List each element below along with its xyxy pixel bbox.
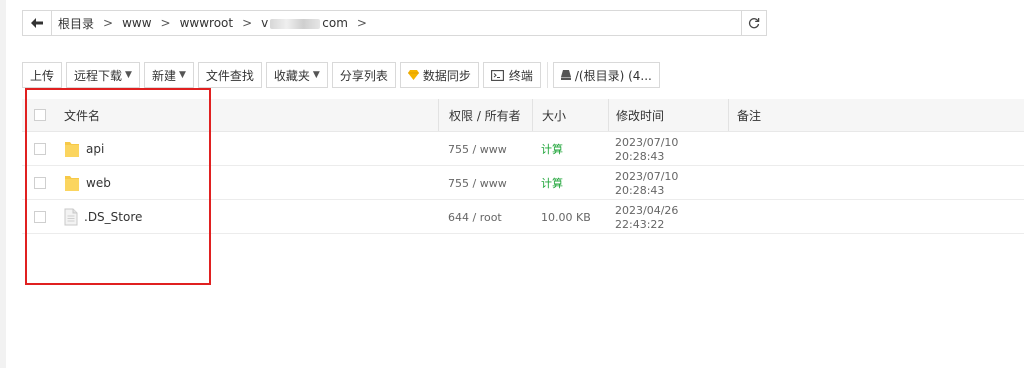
crumb-site-suffix: com: [322, 16, 348, 30]
path-bar: 根目录 > www > wwwroot > v com >: [22, 10, 767, 36]
table-row[interactable]: .DS_Store 644 / root 10.00 KB 2023/04/26…: [22, 200, 1024, 234]
chevron-right-icon: >: [242, 16, 253, 30]
permission-owner[interactable]: 755 / www: [448, 177, 507, 190]
redacted-text: [270, 18, 321, 29]
remote-download-button[interactable]: 远程下载 ▼: [66, 62, 140, 88]
folder-icon: [65, 175, 79, 191]
new-button[interactable]: 新建 ▼: [143, 62, 194, 88]
file-icon: [64, 208, 78, 225]
row-checkbox[interactable]: [34, 176, 46, 189]
remote-download-label: 远程下载: [74, 68, 123, 83]
select-all-checkbox[interactable]: [34, 109, 46, 121]
new-label: 新建: [151, 68, 176, 83]
disk-label: /(根目录) (4...: [574, 68, 652, 83]
file-name[interactable]: .DS_Store: [84, 210, 142, 224]
chevron-right-icon: >: [103, 16, 114, 30]
arrow-left-icon: [31, 18, 43, 28]
chevron-down-icon: ▼: [312, 70, 320, 80]
back-button[interactable]: [23, 11, 52, 35]
file-search-label: 文件查找: [205, 68, 254, 83]
file-search-button[interactable]: 文件查找: [197, 62, 262, 88]
permission-owner[interactable]: 755 / www: [448, 143, 507, 156]
terminal-label: 终端: [508, 68, 533, 83]
terminal-button[interactable]: 终端: [482, 62, 541, 88]
disk-button[interactable]: /(根目录) (4...: [552, 62, 660, 88]
header-size[interactable]: 大小: [542, 107, 566, 124]
header-filename[interactable]: 文件名: [64, 107, 100, 124]
modified-time: 2023/07/10 20:28:43: [615, 135, 679, 163]
upload-label: 上传: [30, 68, 55, 83]
chevron-right-icon: >: [356, 16, 367, 30]
crumb-site[interactable]: v com: [261, 16, 348, 30]
header-permission[interactable]: 权限 / 所有者: [449, 107, 521, 124]
toolbar: 上传 远程下载 ▼ 新建 ▼ 文件查找 收藏夹 ▼ 分享列表 数据同步 终端 /…: [22, 62, 664, 88]
row-checkbox[interactable]: [34, 142, 46, 155]
file-table: 文件名 权限 / 所有者 大小 修改时间 备注 api 755 / www 计算…: [22, 99, 1024, 234]
disk-icon: [560, 70, 571, 80]
calculate-size-link[interactable]: 计算: [541, 177, 563, 190]
toolbar-divider: [546, 62, 548, 88]
data-sync-label: 数据同步: [422, 68, 471, 83]
crumb-wwwroot[interactable]: wwwroot: [180, 16, 234, 30]
crumb-site-prefix: v: [261, 16, 269, 30]
data-sync-button[interactable]: 数据同步: [399, 62, 479, 88]
breadcrumb: 根目录 > www > wwwroot > v com >: [52, 15, 741, 32]
upload-button[interactable]: 上传: [22, 62, 63, 88]
calculate-size-link[interactable]: 计算: [541, 143, 563, 156]
modified-time: 2023/04/26 22:43:22: [615, 203, 679, 231]
share-list-label: 分享列表: [339, 68, 388, 83]
file-size: 10.00 KB: [541, 210, 591, 224]
folder-icon: [65, 141, 79, 157]
header-note: 备注: [737, 108, 762, 123]
chevron-down-icon: ▼: [178, 70, 186, 80]
table-row[interactable]: api 755 / www 计算 2023/07/10 20:28:43: [22, 132, 1024, 166]
file-name[interactable]: api: [86, 142, 104, 156]
header-modified-time[interactable]: 修改时间: [616, 107, 664, 124]
favorites-button[interactable]: 收藏夹 ▼: [265, 62, 328, 88]
modified-time: 2023/07/10 20:28:43: [615, 169, 679, 197]
chevron-right-icon: >: [160, 16, 171, 30]
table-header: 文件名 权限 / 所有者 大小 修改时间 备注: [22, 99, 1024, 132]
crumb-www[interactable]: www: [122, 16, 151, 30]
favorites-label: 收藏夹: [273, 68, 310, 83]
left-edge-strip: [0, 0, 6, 368]
crumb-root[interactable]: 根目录: [58, 15, 94, 32]
file-name[interactable]: web: [86, 176, 111, 190]
permission-owner[interactable]: 644 / root: [448, 211, 502, 224]
refresh-button[interactable]: [741, 11, 766, 35]
chevron-down-icon: ▼: [125, 70, 132, 80]
row-checkbox[interactable]: [34, 210, 46, 223]
refresh-icon: [748, 18, 760, 29]
terminal-icon: [490, 69, 504, 81]
table-row[interactable]: web 755 / www 计算 2023/07/10 20:28:43: [22, 166, 1024, 200]
share-list-button[interactable]: 分享列表: [331, 62, 396, 88]
diamond-icon: [407, 70, 419, 80]
